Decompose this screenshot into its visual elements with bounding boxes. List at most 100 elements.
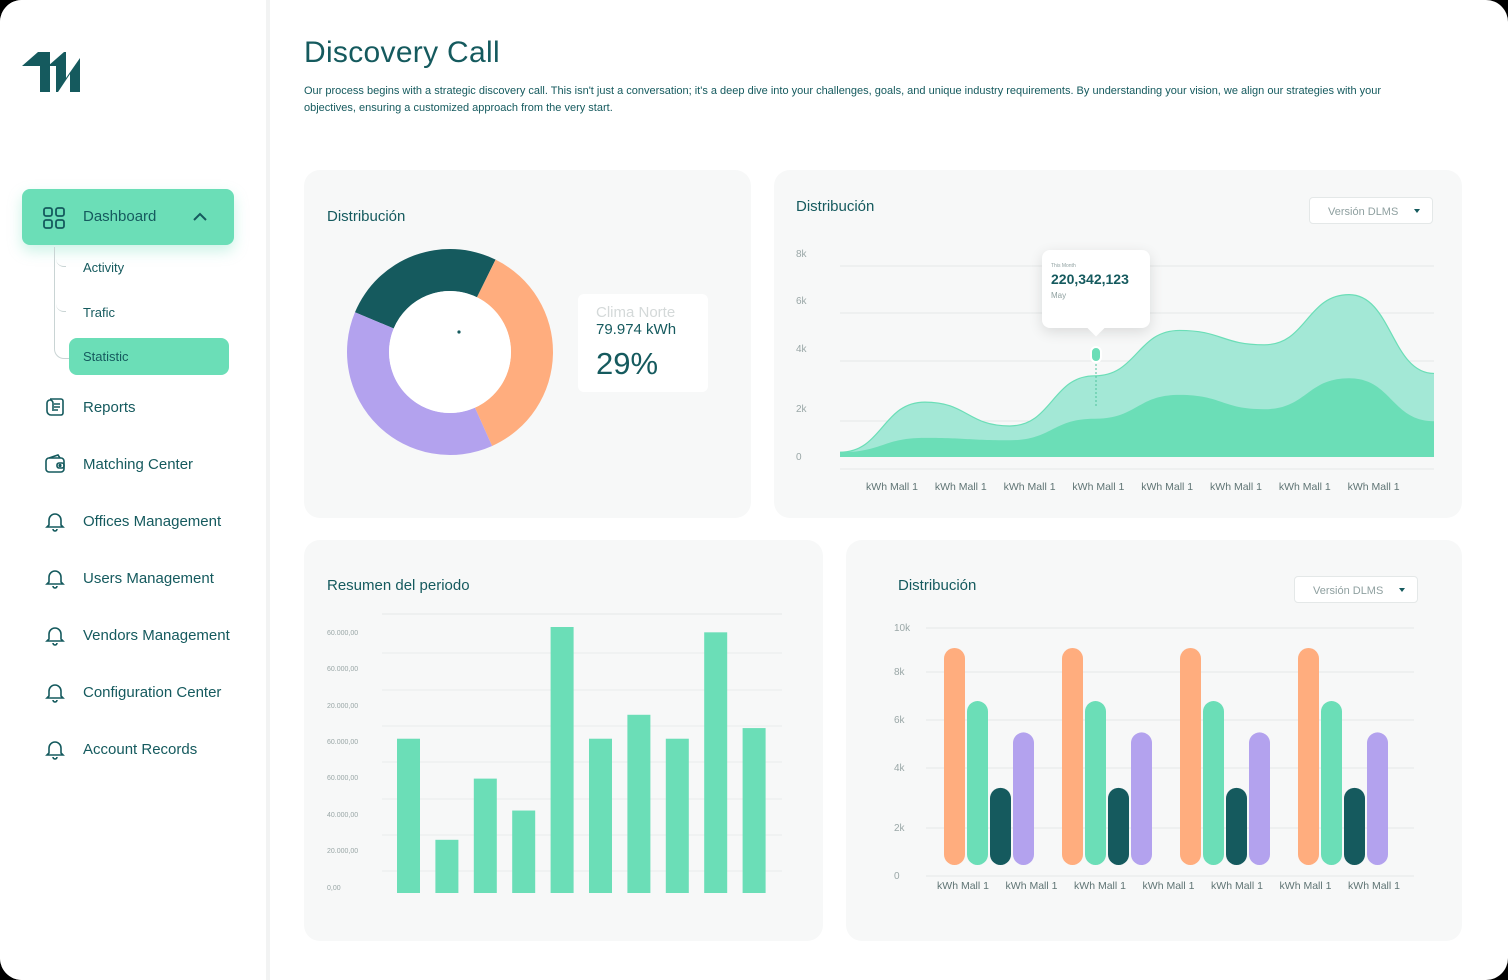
grouped-bar-chart: 10k 8k 6k 4k 2k 0 kWh Mall 1 kWh Mall 1 kWh Mall… (894, 623, 1414, 892)
grouped-bar-mark (1226, 787, 1247, 865)
grouped-bar-mark (1180, 648, 1201, 865)
page-description: Our process begins with a strategic disc… (304, 85, 1382, 114)
bar-mark (665, 738, 689, 893)
bar-ytick-label: 60.000,00 (327, 630, 358, 637)
bar-mark (512, 810, 536, 893)
grouped-bar-mark (967, 701, 988, 865)
grouped-ytick-label: 6k (894, 715, 906, 726)
dashboard-icon (43, 207, 65, 229)
grouped-bar-mark (1203, 701, 1224, 865)
area-ytick-label: 4k (796, 344, 808, 355)
grouped-bar-mark (1344, 787, 1365, 865)
area-xtick-label: kWh Mall 1 (1004, 481, 1056, 493)
grouped-bar-mark (1013, 732, 1034, 865)
grouped-bar-mark (1131, 732, 1152, 865)
nav-users-management[interactable]: Users Management (44, 565, 264, 593)
tooltip-month: May (1051, 291, 1067, 300)
nav-configuration-center-label: Configuration Center (83, 684, 222, 701)
nav-dashboard-label: Dashboard (83, 208, 157, 225)
nav-reports[interactable]: Reports (44, 394, 264, 422)
donut-legend: Clima Norte 79.974 kWh 29% (578, 294, 708, 392)
nav-reports-label: Reports (83, 399, 136, 416)
bar-ytick-label: 20.000,00 (327, 703, 358, 710)
bell-icon (45, 741, 65, 760)
grouped-xtick-label: kWh Mall 1 (1006, 880, 1058, 892)
nav-account-records-label: Account Records (83, 741, 198, 758)
grouped-xtick-label: kWh Mall 1 (1211, 880, 1263, 892)
grouped-bar-card: Distribución Versión DLMS 10k 8k 6k 4k 2k 0 kW… (846, 540, 1462, 941)
grouped-ytick-label: 4k (894, 763, 906, 774)
grouped-bar-mark (1062, 648, 1083, 865)
area-card: Distribución Versión DLMS 8k 6k 4k 2k 0 kWh M… (774, 170, 1462, 518)
area-xtick-label: kWh Mall 1 (935, 481, 987, 493)
grouped-bar-mark (1367, 732, 1388, 865)
bar-ytick-label: 60.000,00 (327, 666, 358, 673)
legend-percent: 29% (596, 346, 659, 381)
area-ytick-label: 0 (796, 452, 802, 463)
nav-configuration-center[interactable]: Configuration Center (44, 679, 264, 707)
nav-offices-management-label: Offices Management (83, 513, 222, 530)
nav-offices-management[interactable]: Offices Management (44, 508, 264, 536)
nav-vendors-management-label: Vendors Management (83, 627, 230, 644)
grouped-bar-mark (1108, 787, 1129, 865)
grouped-xtick-label: kWh Mall 1 (1074, 880, 1126, 892)
nav-matching-center[interactable]: Matching Center (44, 451, 264, 479)
area-xtick-label: kWh Mall 1 (866, 481, 918, 493)
chevron-up-icon[interactable] (192, 209, 208, 225)
bar-mark (397, 738, 420, 893)
donut-chart (347, 249, 553, 455)
area-chart: 8k 6k 4k 2k 0 kWh Mall 1 kWh Mall 1 kWh Mall 1 k… (796, 249, 1435, 493)
grouped-bar-mark (990, 787, 1011, 865)
sidebar: Dashboard Activity Trafic Statistic Repo… (0, 0, 270, 980)
grouped-ytick-label: 8k (894, 667, 906, 678)
sub-item-statistic[interactable]: Statistic (69, 338, 229, 375)
nav-vendors-management[interactable]: Vendors Management (44, 622, 264, 650)
donut-center-dot (457, 330, 461, 334)
legend-value: 79.974 kWh (596, 321, 677, 338)
bell-icon (45, 684, 65, 703)
app-window: Dashboard Activity Trafic Statistic Repo… (0, 0, 1508, 980)
tooltip-label: This Month (1051, 263, 1076, 269)
grouped-bar-mark (1298, 648, 1319, 865)
grouped-bar-mark (1085, 701, 1106, 865)
donut-card-title: Distribución (327, 208, 406, 225)
grouped-ytick-label: 10k (894, 623, 911, 634)
area-xtick-label: kWh Mall 1 (1348, 481, 1400, 493)
bar-mark (435, 839, 459, 893)
donut-hole (389, 291, 511, 413)
bar-mark (627, 714, 651, 893)
grouped-ytick-label: 0 (894, 871, 900, 882)
bar-ytick-label: 40.000,00 (327, 812, 358, 819)
bar-ytick-label: 60.000,00 (327, 775, 358, 782)
bar-mark (550, 627, 574, 893)
grouped-xtick-label: kWh Mall 1 (1348, 880, 1400, 892)
bar-chart: 60.000,00 60.000,00 20.000,00 60.000,00 60.0… (327, 613, 782, 893)
tooltip-value: 220,342,123 (1051, 271, 1129, 287)
grouped-xtick-label: kWh Mall 1 (937, 880, 989, 892)
area-point-marker (1090, 346, 1102, 363)
nav-dashboard[interactable]: Dashboard (22, 189, 234, 245)
bell-icon (45, 570, 65, 589)
bar-mark (704, 632, 728, 893)
nav-account-records[interactable]: Account Records (44, 736, 264, 764)
reports-icon (46, 398, 64, 416)
sub-item-statistic-label: Statistic (83, 349, 129, 364)
bell-icon (45, 513, 65, 532)
nav-matching-center-label: Matching Center (83, 456, 194, 473)
area-tooltip: This Month 220,342,123 May (1042, 250, 1150, 337)
area-ytick-label: 6k (796, 296, 808, 307)
donut-card: Distribución Clima Norte 79.974 kWh 29% (304, 170, 751, 518)
legend-name: Clima Norte (596, 304, 676, 321)
sub-item-activity[interactable]: Activity (83, 260, 124, 275)
bar-ytick-label: 0,00 (327, 885, 341, 892)
grouped-bar-mark (944, 648, 965, 865)
area-ytick-label: 2k (796, 404, 808, 415)
logo (22, 52, 80, 92)
grouped-bar-mark (1249, 732, 1270, 865)
sub-item-trafic[interactable]: Trafic (83, 305, 115, 320)
grouped-xtick-label: kWh Mall 1 (1143, 880, 1195, 892)
bar-card: Resumen del periodo 60.000,00 60.000,00 20… (304, 540, 823, 941)
wallet-icon (45, 454, 65, 473)
bell-icon (45, 627, 65, 646)
area-xtick-label: kWh Mall 1 (1279, 481, 1331, 493)
